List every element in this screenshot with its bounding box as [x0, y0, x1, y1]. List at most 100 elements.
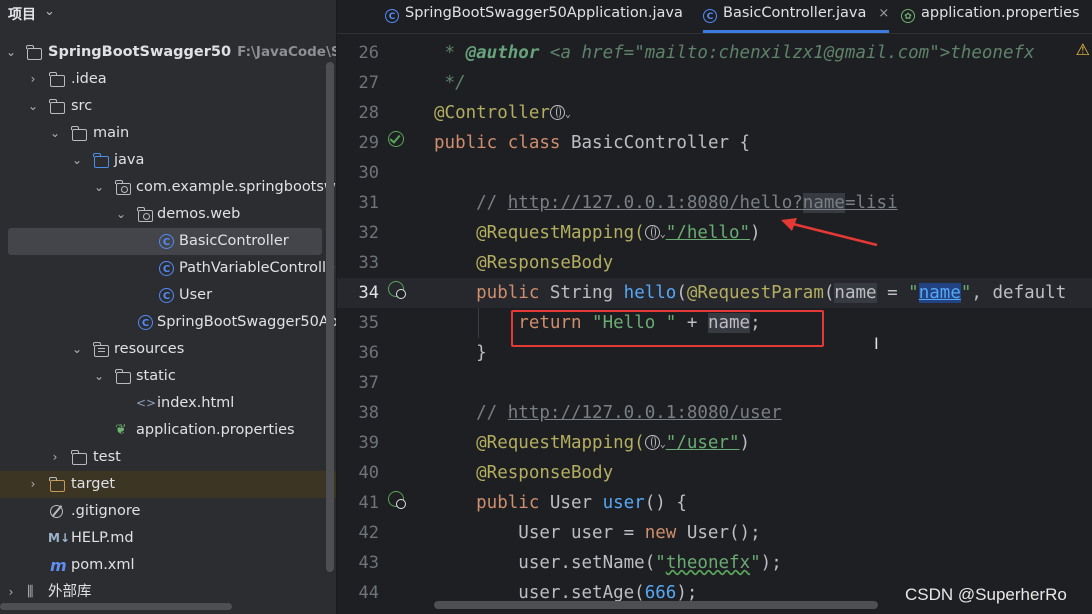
tree-item-label: .gitignore: [71, 503, 141, 519]
line-number: 27: [358, 73, 379, 93]
web-endpoint-gutter-icon[interactable]: [388, 281, 406, 299]
line-number: 32: [358, 223, 379, 243]
tree-item-java[interactable]: ⌄ java: [0, 147, 336, 174]
tree-item-pom-xml[interactable]: m pom.xml: [0, 552, 336, 579]
tree-item-test[interactable]: › test: [0, 444, 336, 471]
project-panel-horizontal-scrollbar[interactable]: [0, 603, 232, 610]
globe-icon[interactable]: [644, 435, 660, 450]
globe-icon[interactable]: [549, 105, 565, 120]
tab-springbootswagger50-application[interactable]: C SpringBootSwagger50Application.java: [385, 0, 683, 33]
watermark: CSDN @SuperherRo: [905, 585, 1067, 604]
class-icon: C: [159, 234, 174, 249]
tree-item-resources[interactable]: ⌄ resources: [0, 336, 336, 363]
tree-item-gitignore[interactable]: .gitignore: [0, 498, 336, 525]
globe-icon[interactable]: [644, 225, 660, 240]
tree-item-label: BasicController: [179, 233, 289, 249]
project-panel-header[interactable]: 项目 ⌄: [0, 0, 336, 27]
project-panel-title[interactable]: 项目: [8, 4, 36, 24]
project-panel-vertical-scrollbar[interactable]: [326, 62, 334, 572]
tree-item-help-md[interactable]: M↓ HELP.md: [0, 525, 336, 552]
chevron-down-icon[interactable]: ⌄: [49, 120, 61, 147]
code-line-34: public String hello(@RequestParam(name =…: [434, 283, 1067, 303]
class-icon: C: [159, 288, 174, 303]
chevron-right-icon[interactable]: ›: [49, 444, 61, 471]
tree-item-main[interactable]: ⌄ main: [0, 120, 336, 147]
editor-horizontal-scrollbar[interactable]: [434, 601, 878, 609]
chevron-right-icon[interactable]: ›: [27, 66, 39, 93]
tree-item-demos-web[interactable]: ⌄ demos.web: [0, 201, 336, 228]
tree-item-label: main: [93, 125, 130, 141]
tree-item-label: com.example.springbootswagg: [136, 179, 336, 195]
web-endpoint-gutter-icon[interactable]: [388, 491, 406, 509]
chevron-down-icon[interactable]: ⌄: [93, 363, 105, 390]
tree-item-label: resources: [114, 341, 185, 357]
tree-item-package[interactable]: ⌄ com.example.springbootswagg: [0, 174, 336, 201]
code-editor[interactable]: 26 27 28 29 30 31 32 33 34 35 36 37 38 3…: [337, 34, 1092, 614]
editor-tab-bar: C SpringBootSwagger50Application.java C Ba…: [337, 0, 1092, 34]
class-icon: C: [159, 261, 174, 276]
excluded-folder-icon: [49, 477, 65, 492]
project-path: F:\JavaCode\SpringI: [237, 44, 336, 60]
tree-item-user[interactable]: C User: [0, 282, 336, 309]
tree-item-label: test: [93, 449, 121, 465]
tree-item-idea[interactable]: › .idea: [0, 66, 336, 93]
spring-leaf-icon: ❦: [115, 422, 127, 438]
html-file-icon: <>: [136, 396, 157, 410]
tree-item-target[interactable]: › target: [0, 471, 336, 498]
tree-item-pathvariable-controller[interactable]: C PathVariableController: [0, 255, 336, 282]
line-number: 36: [358, 343, 379, 363]
tree-item-label: target: [71, 476, 116, 492]
tree-item-label: SpringBootSwagger50Appli: [157, 314, 336, 330]
close-icon[interactable]: ×: [878, 6, 889, 21]
tree-item-src[interactable]: ⌄ src: [0, 93, 336, 120]
line-number-current: 34: [358, 283, 379, 303]
tree-item-application-properties[interactable]: ❦ application.properties: [0, 417, 336, 444]
resources-folder-icon: [93, 342, 109, 357]
code-line-41: public User user() {: [434, 493, 687, 513]
line-number: 26: [358, 43, 379, 63]
tree-item-label: SpringBootSwagger50: [48, 44, 232, 60]
code-line-42: User user = new User();: [434, 523, 761, 543]
tree-item-static[interactable]: ⌄ static: [0, 363, 336, 390]
folder-icon: [71, 126, 87, 141]
chevron-down-icon[interactable]: ⌄: [44, 4, 55, 19]
folder-icon: [49, 99, 65, 114]
chevron-down-icon[interactable]: ⌄: [115, 201, 127, 228]
chevron-right-icon[interactable]: ›: [5, 579, 17, 606]
chevron-right-icon[interactable]: ›: [27, 471, 39, 498]
tab-basic-controller[interactable]: C BasicController.java ×: [703, 0, 890, 33]
spring-leaf-icon: ✿: [901, 9, 915, 23]
code-line-26: * @author <a href="mailto:chenxilzx1@gma…: [434, 43, 1035, 63]
class-icon: C: [703, 9, 717, 23]
chevron-down-icon[interactable]: ⌄: [27, 93, 39, 120]
library-icon: ⫼: [27, 584, 34, 600]
line-number: 42: [358, 523, 379, 543]
red-annotation-arrow: [781, 218, 878, 247]
tree-item-basic-controller[interactable]: C BasicController: [8, 228, 322, 255]
tree-item-application-class[interactable]: C SpringBootSwagger50Appli: [0, 309, 336, 336]
line-number: 33: [358, 253, 379, 273]
line-number: 38: [358, 403, 379, 423]
chevron-down-icon[interactable]: ⌄: [565, 109, 571, 120]
tab-application-properties[interactable]: ✿ application.properties: [901, 0, 1080, 33]
tab-label: SpringBootSwagger50Application.java: [405, 5, 683, 21]
tree-item-index-html[interactable]: <> index.html: [0, 390, 336, 417]
markdown-file-icon: M↓: [48, 531, 70, 545]
line-number: 39: [358, 433, 379, 453]
warning-icon[interactable]: ⚠: [1076, 40, 1090, 59]
code-line-43: user.setName("theonefx");: [434, 553, 782, 573]
chevron-down-icon[interactable]: ⌄: [71, 147, 83, 174]
code-line-33: @ResponseBody: [434, 253, 614, 273]
chevron-down-icon[interactable]: ⌄: [5, 39, 17, 66]
tree-item-label: PathVariableController: [179, 260, 336, 276]
tree-item-project-root[interactable]: ⌄ SpringBootSwagger50 F:\JavaCode\SpringI: [0, 39, 336, 66]
chevron-down-icon[interactable]: ⌄: [71, 336, 83, 363]
tree-item-label: demos.web: [157, 206, 241, 222]
tree-item-label: java: [114, 152, 145, 168]
spring-bean-gutter-icon[interactable]: [388, 131, 404, 147]
chevron-down-icon[interactable]: ⌄: [93, 174, 105, 201]
line-number: 43: [358, 553, 379, 573]
line-number: 37: [358, 373, 379, 393]
code-line-29: public class BasicController {: [434, 133, 751, 153]
tree-item-external-libraries[interactable]: › ⫼ 外部库: [0, 579, 336, 606]
